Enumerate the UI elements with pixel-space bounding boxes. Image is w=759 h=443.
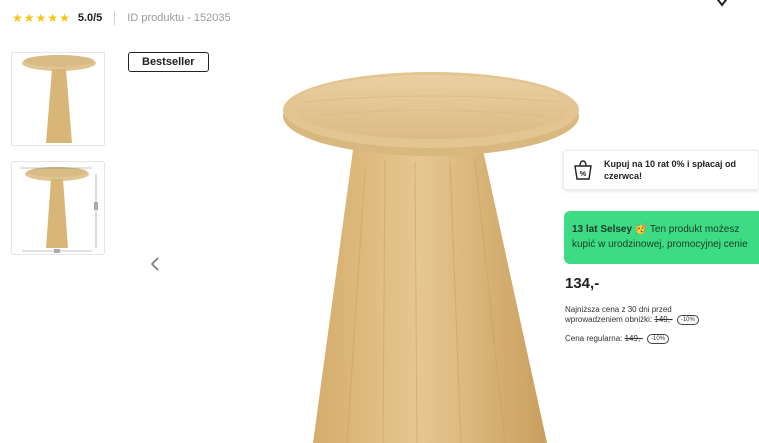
installment-info[interactable]: % Kupuj na 10 rat 0% i spłacaj od czerwc… [563,150,759,190]
rating-bar: ★ ★ ★ ★ ★ 5.0/5 ID produktu - 152035 [12,9,231,27]
lowest-price-info: Najniższa cena z 30 dni przed wprowadzen… [565,305,699,325]
chevron-left-icon[interactable] [147,255,163,273]
promo-text-line1: Ten produkt możesz [647,224,740,235]
heart-icon[interactable] [713,0,731,8]
regular-price-info: Cena regularna: 149,- -10% [565,334,670,344]
table-dimensions-thumbnail-image [20,167,98,253]
installment-text-line1: Kupuj na 10 rat 0% i spłacaj od [604,159,737,169]
lowest-price-label-line1: Najniższa cena z 30 dni przed [565,305,672,314]
main-product-image[interactable] [265,50,595,443]
regular-price-label: Cena regularna: [565,334,625,344]
gallery-thumbnail-2[interactable] [11,161,105,255]
star-icon: ★ [23,11,35,25]
rating-score[interactable]: 5.0/5 [78,12,102,24]
installment-text-line2: czerwca! [604,171,643,181]
installment-percent-bag-icon: % [574,160,592,180]
star-icon: ★ [12,11,23,25]
svg-text:%: % [580,171,587,178]
star-icon: ★ [59,11,70,25]
discount-badge: -10% [647,334,670,344]
lowest-price-value: 149,- [654,315,673,325]
lowest-price-label-line2: wprowadzeniem obniżki: [565,315,655,325]
promo-text-line2: kupić w urodzinowej, promocyjnej cenie [572,239,748,250]
promo-title: 13 lat Selsey [572,224,633,235]
divider [114,11,116,25]
installment-text: Kupuj na 10 rat 0% i spłacaj od czerwca! [604,158,736,182]
birthday-promo-banner: 13 lat Selsey 🥳 Ten produkt możesz kupić… [564,211,759,264]
regular-price-value: 149,- [624,334,643,344]
party-emoji-icon: 🥳 [634,224,648,235]
rating-stars: ★ ★ ★ ★ ★ [12,12,70,24]
star-icon: ★ [35,11,47,25]
current-price: 134,- [565,275,600,292]
table-thumbnail-image [22,55,96,143]
bestseller-badge: Bestseller [128,52,209,72]
star-icon: ★ [47,11,59,25]
product-id: ID produktu - 152035 [127,12,231,24]
discount-badge: -10% [676,315,699,325]
gallery-thumbnail-1[interactable] [11,52,105,146]
